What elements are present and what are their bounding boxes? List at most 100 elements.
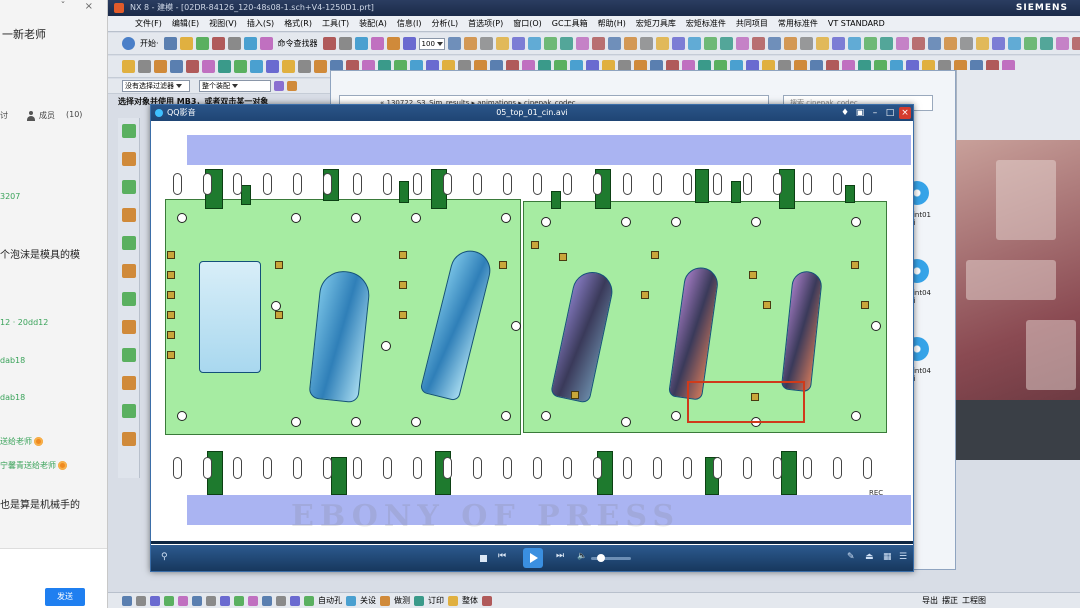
- close-button[interactable]: ×: [899, 107, 911, 119]
- constraint-navigator-icon[interactable]: [121, 152, 136, 166]
- status-action[interactable]: 工程图: [962, 595, 986, 606]
- toolbar-tool-icon[interactable]: [991, 37, 1005, 50]
- previous-button[interactable]: [497, 551, 509, 564]
- status-tool-icon[interactable]: [248, 595, 258, 606]
- toolbar-tool-icon[interactable]: [559, 37, 573, 50]
- toolbar-tool-icon[interactable]: [282, 60, 295, 73]
- toolbar-tool-icon[interactable]: [266, 60, 279, 73]
- status-tool-icon[interactable]: [262, 595, 272, 606]
- toolbar-tool-icon[interactable]: [655, 37, 669, 50]
- toolbar-tool-icon[interactable]: [943, 37, 957, 50]
- toolbar-tool-icon[interactable]: [639, 37, 653, 50]
- status-tool-icon[interactable]: [220, 595, 230, 606]
- toolbar-tool-icon[interactable]: [927, 37, 941, 50]
- chat-window-controls[interactable]: ˇ ×: [60, 1, 101, 12]
- toolbar-tool-icon[interactable]: [591, 37, 605, 50]
- stop-button[interactable]: [477, 552, 489, 564]
- toolbar-tool-icon[interactable]: [495, 37, 509, 50]
- cut-icon[interactable]: [211, 37, 225, 50]
- status-tool-icon[interactable]: [136, 595, 146, 606]
- process-studio-icon[interactable]: [121, 348, 136, 362]
- toolbar-tool-icon[interactable]: [354, 37, 368, 50]
- menu-item[interactable]: 共同项目: [731, 16, 773, 31]
- menu-item[interactable]: 装配(A): [354, 16, 392, 31]
- toolbar-tool-icon[interactable]: [1055, 37, 1069, 50]
- open-folder-icon[interactable]: [179, 37, 193, 50]
- toolbar-tool-icon[interactable]: [671, 37, 685, 50]
- toolbar-tool-icon[interactable]: [767, 37, 781, 50]
- toolbar-tool-icon[interactable]: [527, 37, 541, 50]
- menu-icon[interactable]: ☰: [899, 552, 911, 564]
- eject-icon[interactable]: ⏏: [865, 552, 877, 564]
- delete-icon[interactable]: [259, 37, 273, 50]
- video-frame[interactable]: EBONY OF PRESS REC: [151, 121, 913, 545]
- toolbar-tool-icon[interactable]: [975, 37, 989, 50]
- toolbar-tool-icon[interactable]: [815, 37, 829, 50]
- progress-bar[interactable]: [151, 541, 913, 544]
- toolbar-tool-icon[interactable]: [386, 37, 400, 50]
- status-label[interactable]: 做测: [394, 595, 410, 606]
- next-button[interactable]: [555, 551, 567, 564]
- toolbar-tool-icon[interactable]: [799, 37, 813, 50]
- toolbar-tool-icon[interactable]: [863, 37, 877, 50]
- send-button[interactable]: 发送: [45, 588, 85, 606]
- command-finder-button[interactable]: 命令查找器: [276, 38, 320, 49]
- toolbar-tool-icon[interactable]: [543, 37, 557, 50]
- menu-item[interactable]: 分析(L): [426, 16, 463, 31]
- manufacturing-wizard-icon[interactable]: [121, 376, 136, 390]
- status-tool-icon[interactable]: [414, 595, 424, 606]
- part-navigator-icon[interactable]: [121, 180, 136, 194]
- screen-icon[interactable]: ▦: [883, 552, 895, 564]
- system-materials-icon[interactable]: [121, 320, 136, 334]
- tab-members[interactable]: 成员: [26, 110, 55, 121]
- paste-icon[interactable]: [243, 37, 257, 50]
- minimize-button[interactable]: –: [869, 107, 881, 119]
- menu-item[interactable]: 首选项(P): [463, 16, 508, 31]
- menu-item[interactable]: 宏矩标准件: [681, 16, 731, 31]
- save-icon[interactable]: [195, 37, 209, 50]
- maximize-button[interactable]: □: [884, 107, 896, 119]
- toolbar-tool-icon[interactable]: [607, 37, 621, 50]
- toolbar-tool-icon[interactable]: [250, 60, 263, 73]
- menu-item[interactable]: 宏矩刀具库: [631, 16, 681, 31]
- toolbar-tool-icon[interactable]: [751, 37, 765, 50]
- menu-item[interactable]: 帮助(H): [593, 16, 631, 31]
- toolbar-tool-icon[interactable]: [959, 37, 973, 50]
- status-tool-icon[interactable]: [150, 595, 160, 606]
- volume-icon[interactable]: [577, 551, 589, 564]
- zoom-select[interactable]: 100: [418, 37, 445, 50]
- toolbar-tool-icon[interactable]: [298, 60, 311, 73]
- play-button[interactable]: [523, 548, 543, 568]
- status-action[interactable]: 导出: [922, 595, 938, 606]
- graphics-viewport[interactable]: [956, 140, 1080, 460]
- menu-item[interactable]: VT STANDARD: [823, 16, 890, 31]
- toolbar-tool-icon[interactable]: [735, 37, 749, 50]
- roles-icon[interactable]: [121, 404, 136, 418]
- toolbar-tool-icon[interactable]: [1071, 37, 1080, 50]
- toolbar-tool-icon[interactable]: [138, 60, 151, 73]
- copy-icon[interactable]: [227, 37, 241, 50]
- toolbar-tool-icon[interactable]: [1023, 37, 1037, 50]
- toolbar-tool-icon[interactable]: [623, 37, 637, 50]
- toolbar-tool-icon[interactable]: [575, 37, 589, 50]
- menu-item[interactable]: 插入(S): [242, 16, 279, 31]
- toolbar-tool-icon[interactable]: [447, 37, 461, 50]
- toolbar-tool-icon[interactable]: [186, 60, 199, 73]
- menu-item[interactable]: 工具(T): [317, 16, 354, 31]
- pin-icon[interactable]: ♦: [839, 107, 851, 119]
- toolbar-tool-icon[interactable]: [338, 37, 352, 50]
- toolbar-tool-icon[interactable]: [370, 37, 384, 50]
- system-scene-icon[interactable]: [121, 432, 136, 446]
- status-tool-icon[interactable]: [234, 595, 244, 606]
- menu-item[interactable]: 常用标准件: [773, 16, 823, 31]
- status-label[interactable]: 自动孔: [318, 595, 342, 606]
- assembly-scope-select[interactable]: 整个装配: [199, 80, 271, 92]
- menu-item[interactable]: 窗口(O): [508, 16, 547, 31]
- selection-filter-select[interactable]: 没有选择过滤器: [122, 80, 190, 92]
- menu-item[interactable]: 视图(V): [204, 16, 242, 31]
- status-action[interactable]: 摆正: [942, 595, 958, 606]
- status-tool-icon[interactable]: [304, 595, 314, 606]
- assembly-navigator-icon[interactable]: [121, 124, 136, 138]
- toolbar-tool-icon[interactable]: [402, 37, 416, 50]
- toolbar-tool-icon[interactable]: [122, 60, 135, 73]
